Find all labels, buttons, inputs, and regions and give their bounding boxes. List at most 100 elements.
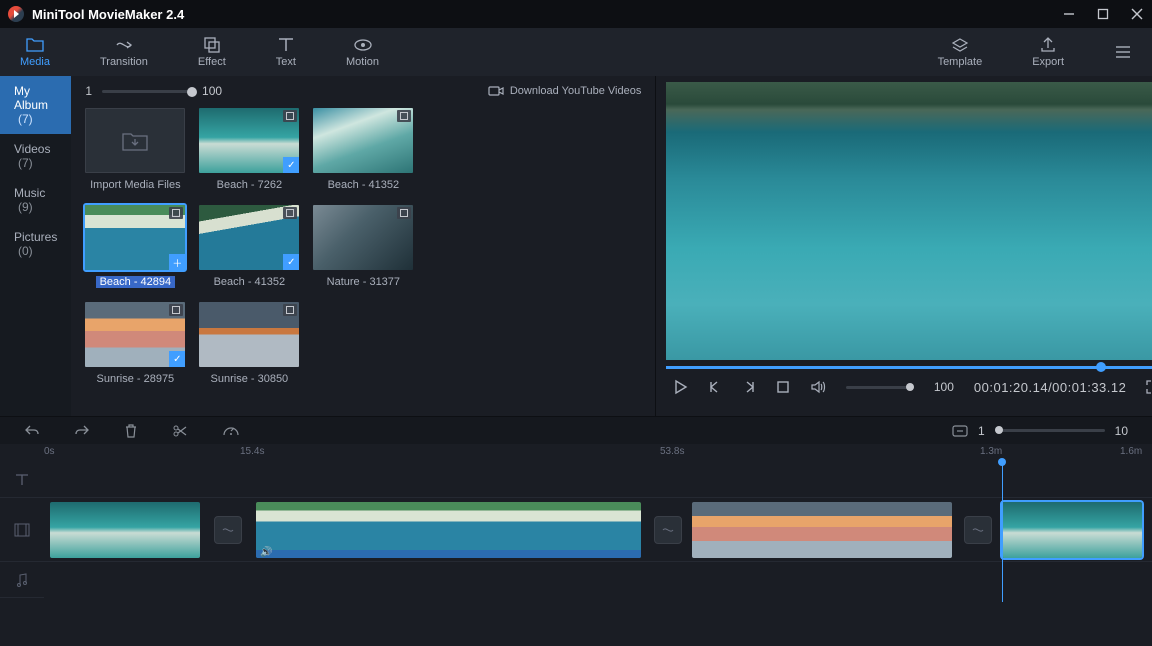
tab-effect-label: Effect: [198, 56, 226, 68]
slider-thumb[interactable]: [995, 426, 1003, 434]
media-item-label: Nature - 31377: [327, 276, 400, 288]
preview-canvas[interactable]: [666, 82, 1152, 360]
import-label: Import Media Files: [90, 179, 180, 191]
stop-button[interactable]: [776, 380, 790, 394]
media-item-label: Beach - 42894: [96, 276, 176, 288]
sidebar-item-videos[interactable]: Videos (7): [0, 134, 71, 178]
tab-motion[interactable]: Motion: [346, 36, 379, 68]
titlebar: MiniTool MovieMaker 2.4: [0, 0, 1152, 28]
playhead[interactable]: [1002, 462, 1003, 602]
transition-icon: [114, 36, 134, 54]
transition-slot[interactable]: [214, 516, 242, 544]
media-item[interactable]: Nature - 31377: [313, 205, 413, 288]
preview-panel: 100 00:01:20.14/00:01:33.12: [656, 76, 1152, 416]
video-track-icon[interactable]: [0, 498, 44, 562]
hamburger-icon: [1114, 43, 1132, 61]
close-button[interactable]: [1130, 7, 1144, 21]
template-button[interactable]: Template: [938, 36, 983, 68]
app-logo-icon: [8, 6, 24, 22]
thumb-zoom-min: 1: [85, 84, 92, 98]
sidebar: My Album (7) Videos (7) Music (9) Pictur…: [0, 76, 71, 416]
tab-media[interactable]: Media: [20, 36, 50, 68]
tab-motion-label: Motion: [346, 56, 379, 68]
tab-transition[interactable]: Transition: [100, 36, 148, 68]
export-label: Export: [1032, 56, 1064, 68]
motion-icon: [353, 36, 373, 54]
download-youtube-link[interactable]: Download YouTube Videos: [488, 85, 642, 97]
redo-button[interactable]: [74, 424, 90, 438]
media-item[interactable]: ✓ Beach - 7262: [199, 108, 299, 191]
slider-thumb[interactable]: [906, 383, 914, 391]
tab-effect[interactable]: Effect: [198, 36, 226, 68]
video-track[interactable]: 🔊: [44, 498, 1152, 562]
slider-thumb[interactable]: [187, 87, 197, 97]
media-item-label: Sunrise - 28975: [97, 373, 175, 385]
thumb-zoom-slider[interactable]: [102, 90, 192, 93]
media-item[interactable]: Sunrise - 30850: [199, 302, 299, 385]
sidebar-item-count: (7): [18, 156, 33, 170]
timeline[interactable]: 0s 15.4s 53.8s 1.3m 1.6m 🔊: [0, 444, 1152, 646]
ruler-mark: 0s: [44, 446, 55, 457]
app-title: MiniTool MovieMaker 2.4: [32, 7, 184, 22]
add-icon[interactable]: ＋: [169, 254, 185, 270]
media-item[interactable]: ＋ Beach - 42894: [85, 205, 185, 288]
timeline-clip[interactable]: [692, 502, 952, 558]
video-type-icon: [397, 110, 411, 122]
sidebar-item-label: Music: [14, 186, 45, 200]
text-track-icon[interactable]: [0, 462, 44, 498]
speed-button[interactable]: [222, 425, 240, 437]
folder-icon: [25, 36, 45, 54]
undo-button[interactable]: [24, 424, 40, 438]
export-icon: [1039, 36, 1057, 54]
sidebar-item-label: Pictures: [14, 230, 57, 244]
timeline-ruler[interactable]: 0s 15.4s 53.8s 1.3m 1.6m: [0, 444, 1152, 462]
tab-text[interactable]: Text: [276, 36, 296, 68]
sidebar-item-my-album[interactable]: My Album (7): [0, 76, 71, 134]
ruler-mark: 15.4s: [240, 446, 264, 457]
import-media-button[interactable]: Import Media Files: [85, 108, 185, 191]
ruler-mark: 1.3m: [980, 446, 1002, 457]
menu-button[interactable]: [1114, 43, 1132, 61]
tab-text-label: Text: [276, 56, 296, 68]
play-button[interactable]: [672, 379, 688, 395]
ruler-mark: 53.8s: [660, 446, 684, 457]
transition-slot[interactable]: [654, 516, 682, 544]
check-icon: ✓: [283, 254, 299, 270]
sidebar-item-count: (9): [18, 200, 33, 214]
tab-transition-label: Transition: [100, 56, 148, 68]
sidebar-item-music[interactable]: Music (9): [0, 178, 71, 222]
export-button[interactable]: Export: [1032, 36, 1064, 68]
media-item[interactable]: ✓ Beach - 41352: [199, 205, 299, 288]
video-type-icon: [283, 304, 297, 316]
media-item[interactable]: Beach - 41352: [313, 108, 413, 191]
timeline-toolbar: 1 10: [0, 416, 1152, 444]
media-item[interactable]: ✓ Sunrise - 28975: [85, 302, 185, 385]
next-frame-button[interactable]: [742, 380, 756, 394]
template-icon: [951, 36, 969, 54]
timeline-clip[interactable]: 🔊: [256, 502, 641, 558]
fit-button[interactable]: [952, 425, 968, 437]
split-button[interactable]: [172, 424, 188, 438]
audio-track-icon[interactable]: [0, 562, 44, 598]
video-type-icon: [169, 207, 183, 219]
timeline-zoom-slider[interactable]: [995, 429, 1105, 432]
speaker-icon: 🔊: [260, 547, 272, 558]
volume-value: 100: [934, 380, 954, 394]
video-type-icon: [283, 207, 297, 219]
volume-slider[interactable]: [846, 386, 914, 389]
download-youtube-label: Download YouTube Videos: [510, 85, 642, 97]
timeline-clip[interactable]: [1002, 502, 1142, 558]
sidebar-item-pictures[interactable]: Pictures (0): [0, 222, 71, 266]
maximize-button[interactable]: [1096, 7, 1110, 21]
timeline-clip[interactable]: [50, 502, 200, 558]
prev-frame-button[interactable]: [708, 380, 722, 394]
minimize-button[interactable]: [1062, 7, 1076, 21]
volume-icon[interactable]: [810, 380, 826, 394]
text-icon: [277, 36, 295, 54]
timecode: 00:01:20.14/00:01:33.12: [974, 380, 1126, 395]
delete-button[interactable]: [124, 424, 138, 438]
fullscreen-button[interactable]: [1146, 380, 1152, 394]
media-item-label: Beach - 41352: [214, 276, 286, 288]
transition-slot[interactable]: [964, 516, 992, 544]
seek-bar[interactable]: [666, 366, 1152, 369]
